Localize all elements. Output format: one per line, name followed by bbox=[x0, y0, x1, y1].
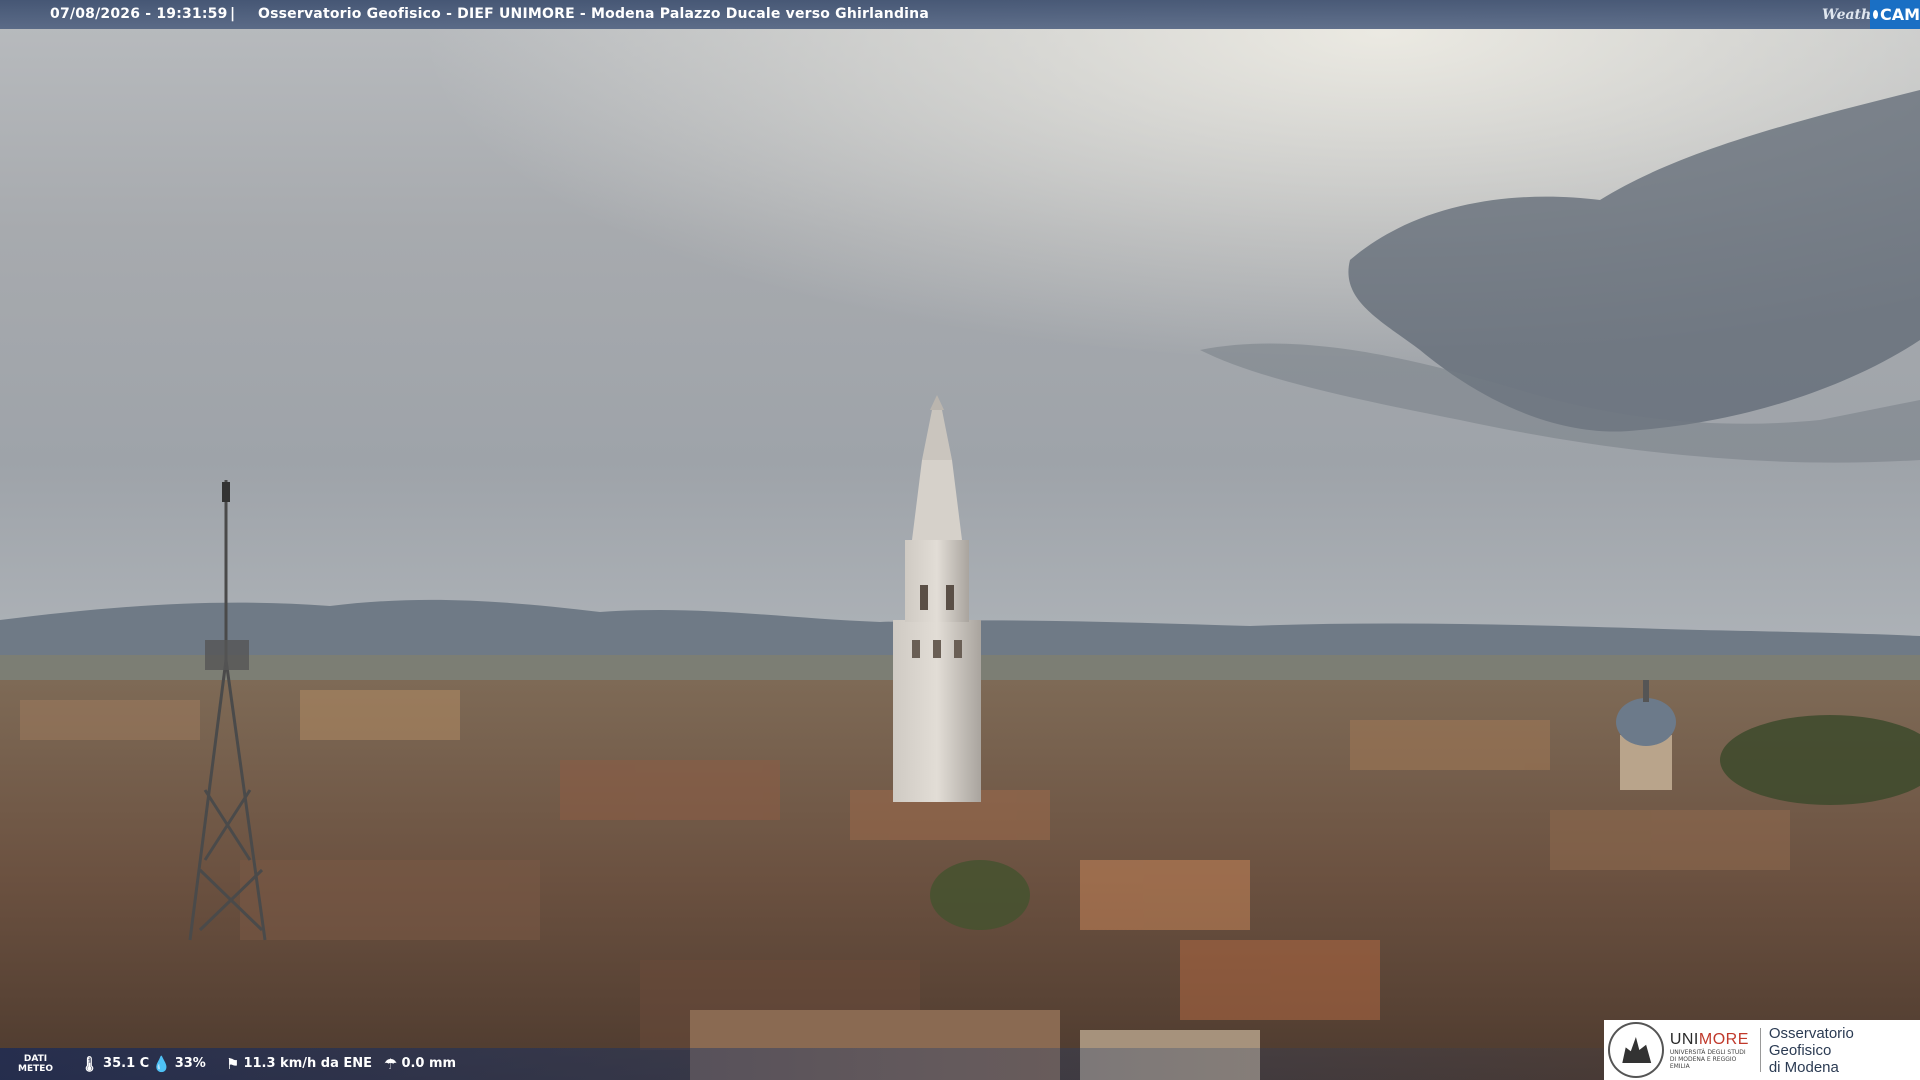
humidity-reading: 💧 33% bbox=[152, 1056, 206, 1071]
weathercam-word: Weather bbox=[1822, 6, 1888, 23]
city-skyline-scene bbox=[0, 0, 1920, 1080]
thermometer-icon: 🌡 bbox=[80, 1054, 100, 1073]
weathercam-badge: CAM bbox=[1870, 0, 1920, 29]
observatory-name: Osservatorio Geofisico di Modena bbox=[1769, 1025, 1920, 1076]
rain-icon: ☂ bbox=[384, 1054, 398, 1073]
rain-reading: ☂ 0.0 mm bbox=[384, 1056, 456, 1071]
webcam-frame: 07/08/2026 - 19:31:59 | Osservatorio Geo… bbox=[0, 0, 1920, 1080]
meteo-label-line1: DATI bbox=[23, 1054, 48, 1064]
cam-word: CAM bbox=[1879, 5, 1920, 24]
rain-value: 0.0 mm bbox=[401, 1056, 457, 1071]
weathercam-logo: Weather CAM bbox=[1818, 0, 1920, 29]
temperature-value: 35.1 C bbox=[103, 1056, 150, 1071]
camera-title: Osservatorio Geofisico - DIEF UNIMORE - … bbox=[258, 6, 929, 22]
unimore-more: MORE bbox=[1698, 1030, 1749, 1048]
unimore-subtitle: UNIVERSITÀ DEGLI STUDI DI MODENA E REGGI… bbox=[1669, 1048, 1746, 1070]
meteo-label-line2: METEO bbox=[18, 1064, 54, 1074]
humidity-value: 33% bbox=[174, 1056, 206, 1071]
meteo-label: DATI METEO bbox=[18, 1054, 53, 1074]
cam-dot-icon bbox=[1873, 10, 1878, 19]
webcam-image bbox=[0, 0, 1920, 1080]
wind-reading: ⚑ 11.3 km/h da ENE bbox=[226, 1056, 372, 1071]
observatory-line1: Osservatorio Geofisico bbox=[1768, 1024, 1854, 1059]
wind-value: 11.3 km/h da ENE bbox=[243, 1056, 373, 1071]
university-seal-icon bbox=[1608, 1022, 1664, 1078]
unimore-uni: UNI bbox=[1669, 1030, 1699, 1048]
temperature-reading: 🌡 35.1 C bbox=[80, 1056, 149, 1071]
humidity-drop-icon: 💧 bbox=[152, 1054, 171, 1073]
unimore-logo-box: UNIMORE UNIVERSITÀ DEGLI STUDI DI MODENA… bbox=[1604, 1020, 1920, 1080]
title-separator: | bbox=[230, 6, 236, 22]
top-info-bar: 07/08/2026 - 19:31:59 | Osservatorio Geo… bbox=[0, 0, 1920, 29]
observatory-line2: di Modena bbox=[1768, 1058, 1839, 1076]
timestamp: 07/08/2026 - 19:31:59 bbox=[50, 6, 228, 22]
unimore-wordmark: UNIMORE UNIVERSITÀ DEGLI STUDI DI MODENA… bbox=[1670, 1031, 1752, 1070]
logo-divider bbox=[1759, 1028, 1761, 1072]
wind-icon: ⚑ bbox=[226, 1054, 240, 1073]
